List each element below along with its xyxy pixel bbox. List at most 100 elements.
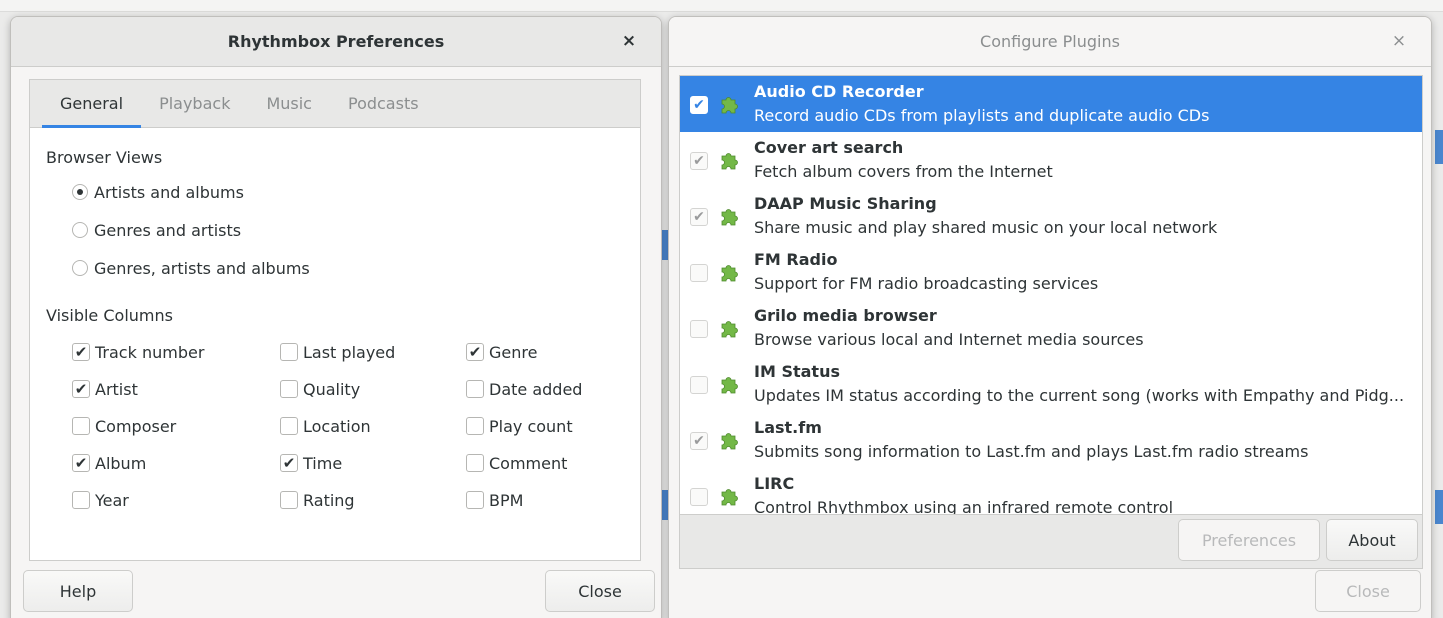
plugin-enabled-checkbox[interactable] [690,320,708,338]
radio-genres-artists-albums[interactable]: Genres, artists and albums [72,256,310,280]
radio-artists-albums[interactable]: Artists and albums [72,180,244,204]
tab-general[interactable]: General [42,80,142,128]
preferences-tabs: General Playback Music Podcasts [30,80,640,128]
plugins-dialog: Configure Plugins × ✔ Audio CD Recorder Re… [668,16,1432,618]
background-selection-sliver [1435,490,1443,524]
browser-views-heading: Browser Views [46,148,163,167]
column-location[interactable]: Location [280,414,371,438]
plugin-enabled-checkbox-checked[interactable]: ✔ [690,208,708,226]
visible-columns-heading: Visible Columns [46,306,173,325]
column-year[interactable]: Year [72,488,129,512]
column-artist[interactable]: ✔ Artist [72,377,138,401]
checkbox-label: Genre [489,342,538,362]
column-play-count[interactable]: Play count [466,414,573,438]
column-comment[interactable]: Comment [466,451,567,475]
help-button[interactable]: Help [23,570,133,612]
plugin-about-button[interactable]: About [1326,519,1418,561]
plugin-row[interactable]: ✔ Last.fm Submits song information to Last… [680,412,1422,468]
plugin-description: Control Rhythmbox using an infrared remo… [754,498,1174,515]
plugin-description: Support for FM radio broadcasting servic… [754,274,1099,293]
plugin-enabled-checkbox[interactable] [690,264,708,282]
close-button[interactable]: Close [1315,570,1421,612]
plugin-description: Browse various local and Internet media … [754,330,1144,349]
column-composer[interactable]: Composer [72,414,176,438]
checkbox-label: Last played [303,342,396,362]
checkbox[interactable] [280,417,298,435]
checkbox-label: Date added [489,379,583,399]
plugin-name: Audio CD Recorder [754,82,924,101]
plugin-row[interactable]: FM Radio Support for FM radio broadcastin… [680,244,1422,300]
plugin-description: Share music and play shared music on you… [754,218,1218,237]
tab-podcasts[interactable]: Podcasts [330,80,437,128]
column-time[interactable]: ✔ Time [280,451,342,475]
plugin-actions-bar: Preferences About [679,515,1423,569]
checkbox[interactable] [280,343,298,361]
plugin-row[interactable]: LIRC Control Rhythmbox using an infrared … [680,468,1422,515]
checkbox[interactable] [466,380,484,398]
column-rating[interactable]: Rating [280,488,355,512]
plugin-row[interactable]: ✔ DAAP Music Sharing Share music and play … [680,188,1422,244]
checkbox-label: BPM [489,490,524,510]
checkbox-checked[interactable]: ✔ [466,343,484,361]
checkbox-label: Year [95,490,129,510]
plugin-enabled-checkbox-checked[interactable]: ✔ [690,432,708,450]
puzzle-plugin-icon [718,373,740,395]
plugin-list: ✔ Audio CD Recorder Record audio CDs from … [679,75,1423,515]
puzzle-plugin-icon [718,93,740,115]
checkbox[interactable] [72,417,90,435]
tab-music[interactable]: Music [248,80,330,128]
checkbox-checked[interactable]: ✔ [72,380,90,398]
plugin-description: Record audio CDs from playlists and dupl… [754,106,1210,125]
radio-button[interactable] [72,260,88,276]
checkbox-label: Play count [489,416,573,436]
preferences-notebook: General Playback Music Podcasts Browser … [29,79,641,561]
radio-button[interactable] [72,222,88,238]
radio-label: Artists and albums [94,182,244,202]
plugin-row[interactable]: ✔ Cover art search Fetch album covers from… [680,132,1422,188]
column-date-added[interactable]: Date added [466,377,582,401]
checkbox-label: Location [303,416,371,436]
puzzle-plugin-icon [718,261,740,283]
checkbox[interactable] [280,380,298,398]
plugin-description: Fetch album covers from the Internet [754,162,1053,181]
radio-button-selected[interactable] [72,184,88,200]
plugin-row[interactable]: ✔ Audio CD Recorder Record audio CDs from … [680,76,1422,132]
radio-label: Genres, artists and albums [94,258,310,278]
preferences-dialog: Rhythmbox Preferences × General Playback… [10,16,662,618]
column-genre[interactable]: ✔ Genre [466,340,537,364]
column-bpm[interactable]: BPM [466,488,523,512]
checkbox[interactable] [466,454,484,472]
puzzle-plugin-icon [718,317,740,339]
radio-genres-artists[interactable]: Genres and artists [72,218,241,242]
checkbox-label: Track number [95,342,205,362]
plugin-name: DAAP Music Sharing [754,194,937,213]
column-album[interactable]: ✔ Album [72,451,146,475]
checkbox[interactable] [280,491,298,509]
close-icon[interactable]: × [1389,31,1409,51]
checkbox[interactable] [72,491,90,509]
checkbox-checked[interactable]: ✔ [280,454,298,472]
column-quality[interactable]: Quality [280,377,360,401]
plugin-name: Cover art search [754,138,904,157]
plugin-enabled-checkbox[interactable] [690,488,708,506]
radio-label: Genres and artists [94,220,242,240]
column-track-number[interactable]: ✔ Track number [72,340,204,364]
preferences-title: Rhythmbox Preferences [227,32,445,51]
plugin-enabled-checkbox-checked[interactable]: ✔ [690,96,708,114]
checkbox-checked[interactable]: ✔ [72,454,90,472]
checkbox-label: Comment [489,453,568,473]
column-last-played[interactable]: Last played [280,340,395,364]
plugin-row[interactable]: IM Status Updates IM status according to … [680,356,1422,412]
plugin-name: Last.fm [754,418,822,437]
checkbox-checked[interactable]: ✔ [72,343,90,361]
close-button[interactable]: Close [545,570,655,612]
plugin-row[interactable]: Grilo media browser Browse various local … [680,300,1422,356]
plugin-preferences-button[interactable]: Preferences [1178,519,1320,561]
plugin-enabled-checkbox[interactable] [690,376,708,394]
plugin-enabled-checkbox-checked[interactable]: ✔ [690,152,708,170]
checkbox[interactable] [466,417,484,435]
checkbox[interactable] [466,491,484,509]
tab-playback[interactable]: Playback [141,80,248,128]
close-icon[interactable]: × [619,31,639,51]
checkbox-label: Rating [303,490,355,510]
